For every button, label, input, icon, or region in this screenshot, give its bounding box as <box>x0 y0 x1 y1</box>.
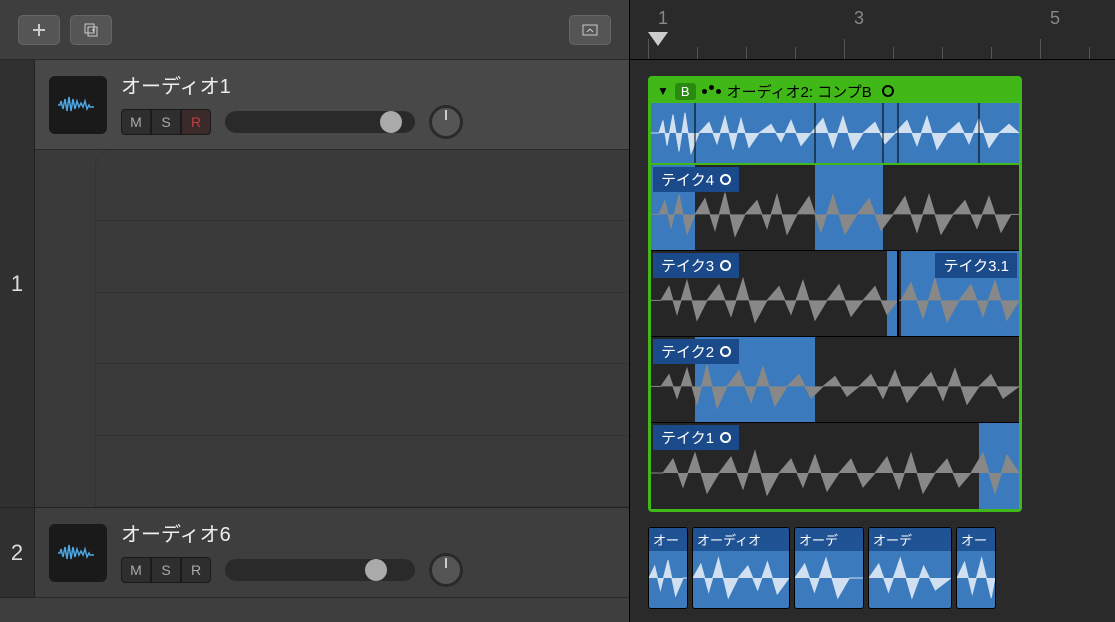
collapse-button[interactable] <box>569 15 611 45</box>
record-enable-button[interactable]: R <box>181 557 211 583</box>
ruler-mark: 5 <box>1050 8 1060 29</box>
disclosure-triangle-icon[interactable]: ▼ <box>657 84 669 98</box>
audio-region[interactable]: オー <box>648 527 688 609</box>
audio-region[interactable]: オーデ <box>794 527 864 609</box>
ruler-mark: 1 <box>658 8 668 29</box>
track-row[interactable]: 1 オーディオ1 M S R <box>0 60 629 508</box>
comp-badge: B <box>675 83 696 100</box>
take-label[interactable]: テイク4 <box>653 167 739 192</box>
track-row[interactable]: 2 オーディオ6 M S R <box>0 508 629 598</box>
take-label[interactable]: テイク3.1 <box>935 253 1017 278</box>
loop-icon <box>720 346 731 357</box>
take-label[interactable]: テイク1 <box>653 425 739 450</box>
add-track-button[interactable] <box>18 15 60 45</box>
record-enable-button[interactable]: R <box>181 109 211 135</box>
loop-icon <box>720 174 731 185</box>
audio-region[interactable]: オー <box>956 527 996 609</box>
solo-button[interactable]: S <box>151 109 181 135</box>
comp-take-folder[interactable]: ▼ B オーディオ2: コンプB <box>648 76 1022 512</box>
audio-track-icon <box>49 524 107 582</box>
volume-slider[interactable] <box>225 111 415 133</box>
track-name[interactable]: オーディオ6 <box>121 518 615 547</box>
take-lane[interactable]: テイク4 <box>651 165 1019 251</box>
track-number: 2 <box>0 508 35 598</box>
duplicate-track-button[interactable] <box>70 15 112 45</box>
ruler-mark: 3 <box>854 8 864 29</box>
timeline-ruler[interactable]: 1 3 5 <box>630 0 1115 60</box>
quick-swipe-icon[interactable] <box>702 89 721 94</box>
take-label[interactable]: テイク2 <box>653 339 739 364</box>
track-list-panel: 1 オーディオ1 M S R <box>0 0 630 622</box>
audio-region[interactable]: オーディオ <box>692 527 790 609</box>
take-label[interactable]: テイク3 <box>653 253 739 278</box>
loop-icon <box>882 85 894 97</box>
arrange-area[interactable]: 1 3 5 ▼ B オーディオ2: コンプB <box>630 0 1115 622</box>
loop-icon <box>720 432 731 443</box>
audio-track-icon <box>49 76 107 134</box>
mute-button[interactable]: M <box>121 109 151 135</box>
take-lane[interactable]: テイク3 テイク3.1 <box>651 251 1019 337</box>
volume-slider[interactable] <box>225 559 415 581</box>
comp-region[interactable] <box>651 103 1019 165</box>
pan-knob[interactable] <box>429 553 463 587</box>
loop-icon <box>720 260 731 271</box>
track-2-regions: オー オーディオ オーデ オーデ オー <box>648 527 996 609</box>
comp-header[interactable]: ▼ B オーディオ2: コンプB <box>651 79 1019 103</box>
take-lane[interactable]: テイク1 <box>651 423 1019 509</box>
comp-title: オーディオ2: コンプB <box>727 81 872 102</box>
playhead-icon[interactable] <box>648 32 668 46</box>
solo-button[interactable]: S <box>151 557 181 583</box>
track-name[interactable]: オーディオ1 <box>121 70 615 99</box>
take-folder-lanes <box>35 150 629 508</box>
pan-knob[interactable] <box>429 105 463 139</box>
mute-button[interactable]: M <box>121 557 151 583</box>
track-number: 1 <box>0 60 35 508</box>
toolbar <box>0 0 629 60</box>
audio-region[interactable]: オーデ <box>868 527 952 609</box>
take-lane[interactable]: テイク2 <box>651 337 1019 423</box>
